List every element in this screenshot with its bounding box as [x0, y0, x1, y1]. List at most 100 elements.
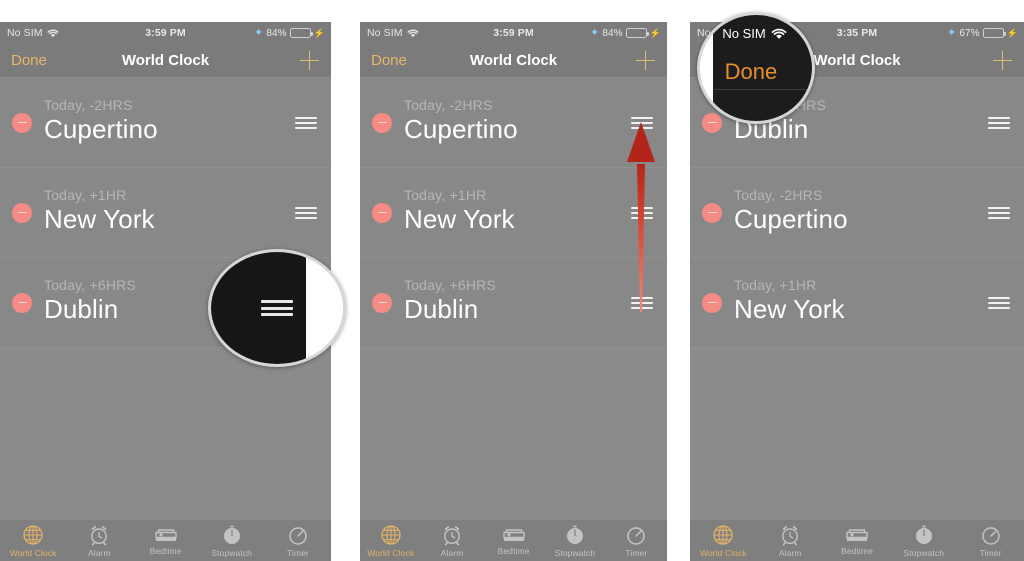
tab-bedtime[interactable]: Bedtime [132, 520, 198, 556]
tab-bar: World Clock Alarm Bedtime Stopwatch Time… [690, 519, 1024, 561]
tab-timer[interactable]: Timer [606, 520, 667, 558]
minus-circle-icon[interactable] [702, 292, 722, 313]
tab-bar: World Clock Alarm Bedtime Stopwatch Time… [360, 519, 667, 561]
row-city: Cupertino [404, 114, 518, 144]
tab-label: Stopwatch [903, 548, 945, 558]
table-row[interactable]: Today, +1HR New York [0, 168, 331, 258]
tab-label: Bedtime [149, 546, 182, 556]
tab-label: World Clock [700, 548, 747, 558]
row-city: Dublin [404, 294, 479, 324]
drag-handle-icon[interactable] [988, 116, 1010, 129]
minus-circle-icon[interactable] [372, 112, 392, 133]
row-text: Today, -2HRS Cupertino [404, 97, 518, 145]
tab-world-clock[interactable]: World Clock [0, 520, 66, 558]
drag-handle-icon[interactable] [988, 206, 1010, 219]
list-empty-area [360, 348, 667, 528]
table-row[interactable]: Today, +1HR New York [690, 258, 1024, 348]
tab-label: Alarm [440, 548, 464, 558]
clock-list: Today, +6HRS Dublin Today, -2HRS Cuperti… [690, 78, 1024, 528]
row-subtitle: Today, +1HR [734, 277, 817, 293]
screenshot-stage: No SIM 3:59 PM ✦ 84% ⚡ Done World Clock [0, 0, 1024, 561]
tab-label: Timer [979, 548, 1002, 558]
bluetooth-icon: ✦ [254, 26, 264, 39]
tab-label: Bedtime [841, 546, 873, 556]
tab-bedtime[interactable]: Bedtime [483, 520, 544, 556]
callout-light-region [306, 252, 343, 364]
alarm-clock-icon [91, 526, 108, 546]
tab-bar: World Clock Alarm Bedtime Stopwatch Time… [0, 519, 331, 561]
charging-bolt-icon: ⚡ [1006, 27, 1018, 38]
bed-icon [502, 529, 525, 541]
wifi-icon [771, 28, 787, 39]
minus-circle-icon[interactable] [372, 202, 392, 223]
minus-circle-icon[interactable] [372, 292, 392, 313]
drag-handle-icon[interactable] [295, 206, 317, 219]
table-row[interactable]: Today, +1HR New York [360, 168, 667, 258]
timer-icon [981, 527, 1000, 545]
charging-bolt-icon: ⚡ [649, 27, 661, 38]
tab-label: Alarm [87, 548, 111, 558]
tab-alarm[interactable]: Alarm [421, 520, 482, 558]
clock-list: Today, -2HRS Cupertino Today, +1HR New Y… [360, 78, 667, 528]
page-title: World Clock [469, 52, 558, 69]
row-city: New York [44, 204, 155, 234]
minus-circle-icon[interactable] [12, 202, 32, 223]
callout-status-bar: No SIM [722, 26, 787, 41]
row-subtitle: Today, +1HR [404, 187, 487, 203]
stopwatch-icon [915, 525, 932, 544]
plus-icon[interactable] [636, 51, 655, 70]
row-city: Cupertino [44, 114, 158, 144]
plus-icon[interactable] [993, 51, 1012, 70]
carrier-label: No SIM [722, 26, 766, 41]
row-text: Today, +1HR New York [404, 187, 515, 235]
tab-timer[interactable]: Timer [957, 520, 1024, 558]
status-right: ✦ 84% ⚡ [590, 27, 661, 39]
row-city: New York [404, 204, 515, 234]
list-empty-area [0, 348, 331, 528]
tab-bedtime[interactable]: Bedtime [824, 520, 891, 556]
plus-icon[interactable] [300, 51, 319, 70]
table-row[interactable]: Today, +6HRS Dublin [360, 258, 667, 348]
stopwatch-icon [566, 525, 583, 544]
stopwatch-icon [223, 525, 240, 544]
tab-label: Stopwatch [554, 548, 596, 558]
minus-circle-icon[interactable] [12, 112, 32, 133]
tab-world-clock[interactable]: World Clock [690, 520, 757, 558]
minus-circle-icon[interactable] [702, 202, 722, 223]
drag-handle-icon[interactable] [988, 296, 1010, 309]
row-text: Today, +1HR New York [44, 187, 155, 235]
drag-handle-icon[interactable] [261, 300, 293, 316]
tab-alarm[interactable]: Alarm [66, 520, 132, 558]
tab-world-clock[interactable]: World Clock [360, 520, 421, 558]
row-city: Cupertino [734, 204, 848, 234]
tab-label: World Clock [9, 548, 57, 558]
tab-label: Bedtime [497, 546, 530, 556]
charging-bolt-icon: ⚡ [313, 27, 325, 38]
minus-circle-icon[interactable] [12, 292, 32, 313]
tab-label: World Clock [367, 548, 415, 558]
list-empty-area [690, 348, 1024, 528]
table-row[interactable]: Today, -2HRS Cupertino [690, 168, 1024, 258]
globe-icon [381, 525, 401, 545]
row-text: Today, +6HRS Dublin [404, 277, 496, 325]
row-subtitle: Today, +6HRS [44, 277, 137, 293]
bed-icon [846, 529, 868, 541]
timer-icon [627, 527, 646, 545]
tab-timer[interactable]: Timer [265, 520, 331, 558]
tab-alarm[interactable]: Alarm [757, 520, 824, 558]
drag-handle-icon[interactable] [295, 116, 317, 129]
timer-icon [289, 527, 307, 545]
tab-stopwatch[interactable]: Stopwatch [890, 520, 957, 558]
nav-bar: Done World Clock [360, 44, 667, 78]
battery-percent: 67% [959, 27, 980, 39]
bluetooth-icon: ✦ [947, 26, 957, 39]
table-row[interactable]: Today, -2HRS Cupertino [0, 78, 331, 168]
status-right: ✦ 84% ⚡ [254, 26, 325, 39]
tab-stopwatch[interactable]: Stopwatch [199, 520, 265, 558]
row-text: Today, -2HRS Cupertino [734, 187, 848, 235]
callout-inner: No SIM Done [700, 15, 812, 121]
done-button[interactable]: Done [725, 59, 778, 85]
row-text: Today, +1HR New York [734, 277, 845, 325]
tab-stopwatch[interactable]: Stopwatch [544, 520, 605, 558]
table-row[interactable]: Today, -2HRS Cupertino [360, 78, 667, 168]
